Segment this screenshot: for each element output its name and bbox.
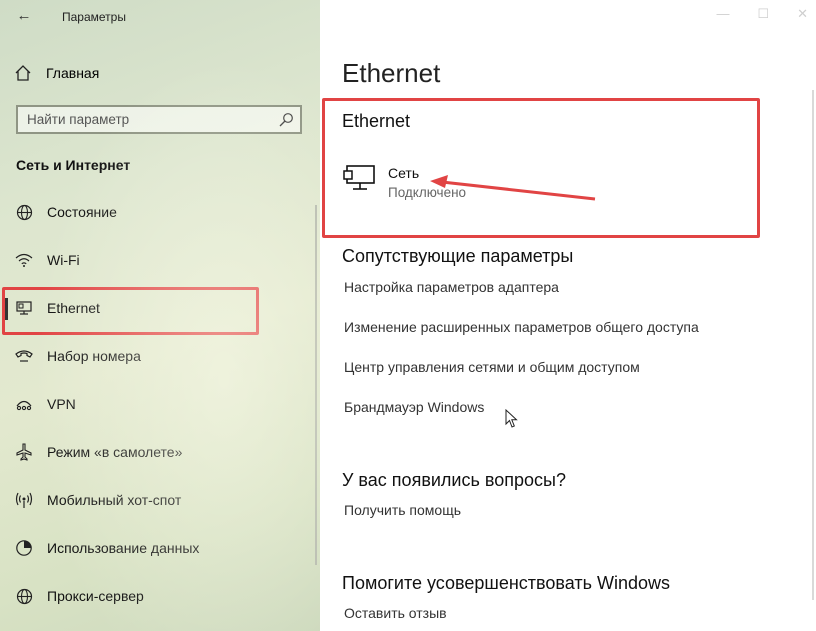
sidebar-item-hotspot[interactable]: Мобильный хот-спот — [0, 480, 316, 520]
data-usage-icon — [14, 538, 34, 558]
minimize-icon[interactable]: — — [716, 6, 729, 22]
page-title: Ethernet — [342, 58, 441, 88]
sidebar-item-label: Wi-Fi — [47, 252, 80, 268]
sidebar-item-dialup[interactable]: Набор номера — [0, 336, 316, 376]
link-network-center[interactable]: Центр управления сетями и общим доступом — [344, 359, 640, 375]
related-settings-heading: Сопутствующие параметры — [342, 246, 574, 266]
globe-icon — [14, 586, 34, 606]
sidebar-item-status[interactable]: Состояние — [0, 192, 316, 232]
app-title: Параметры — [62, 10, 126, 24]
link-firewall[interactable]: Брандмауэр Windows — [344, 399, 484, 415]
sidebar-item-label: Состояние — [47, 204, 117, 220]
questions-heading: У вас появились вопросы? — [342, 470, 566, 490]
annotation-arrow-icon — [430, 175, 596, 201]
sidebar-item-label: Прокси-сервер — [47, 588, 144, 604]
sidebar-item-label: Использование данных — [47, 540, 200, 556]
window-controls: — ☐ ✕ — [716, 6, 808, 22]
sidebar: ← Параметры Главная Сеть и Интернет Сост… — [0, 0, 320, 631]
link-feedback[interactable]: Оставить отзыв — [344, 605, 447, 621]
airplane-icon — [14, 442, 34, 462]
network-name[interactable]: Сеть — [388, 165, 419, 181]
sidebar-scrollbar[interactable] — [315, 205, 317, 565]
sidebar-item-label: Мобильный хот-спот — [47, 492, 182, 508]
title-bar: ← Параметры — [0, 0, 320, 34]
sidebar-item-vpn[interactable]: VPN — [0, 384, 316, 424]
sidebar-item-wifi[interactable]: Wi-Fi — [0, 240, 316, 280]
sidebar-item-label: VPN — [47, 396, 76, 412]
section-title: Ethernet — [342, 111, 411, 131]
annotation-highlight-ethernet — [2, 287, 259, 335]
sidebar-item-data-usage[interactable]: Использование данных — [0, 528, 316, 568]
network-adapter-icon[interactable] — [342, 163, 378, 193]
back-button[interactable]: ← — [14, 6, 34, 26]
search-box[interactable] — [16, 105, 302, 134]
home-icon — [15, 65, 31, 81]
sidebar-item-label: Режим «в самолете» — [47, 444, 183, 460]
search-icon[interactable] — [278, 112, 294, 128]
link-advanced-sharing[interactable]: Изменение расширенных параметров общего … — [344, 319, 699, 335]
search-input[interactable] — [18, 107, 268, 132]
vpn-icon — [14, 394, 34, 414]
dialup-icon — [14, 346, 34, 366]
home-link[interactable]: Главная — [14, 62, 99, 84]
sidebar-section-title: Сеть и Интернет — [16, 157, 131, 173]
mouse-cursor-icon — [505, 409, 518, 428]
sidebar-item-airplane[interactable]: Режим «в самолете» — [0, 432, 316, 472]
main-scrollbar[interactable] — [812, 90, 814, 600]
sidebar-item-label: Набор номера — [47, 348, 141, 364]
maximize-icon[interactable]: ☐ — [757, 6, 769, 22]
globe-icon — [14, 202, 34, 222]
improve-heading: Помогите усовершенствовать Windows — [342, 573, 671, 593]
back-arrow-icon: ← — [16, 7, 32, 24]
sidebar-item-proxy[interactable]: Прокси-сервер — [0, 576, 316, 616]
close-icon[interactable]: ✕ — [797, 6, 808, 22]
wifi-icon — [14, 250, 34, 270]
link-get-help[interactable]: Получить помощь — [344, 502, 461, 518]
hotspot-icon — [14, 490, 34, 510]
link-adapter-settings[interactable]: Настройка параметров адаптера — [344, 279, 559, 295]
home-label: Главная — [46, 65, 100, 81]
main-content: — ☐ ✕ Ethernet Ethernet Сеть Подключено … — [320, 0, 816, 631]
